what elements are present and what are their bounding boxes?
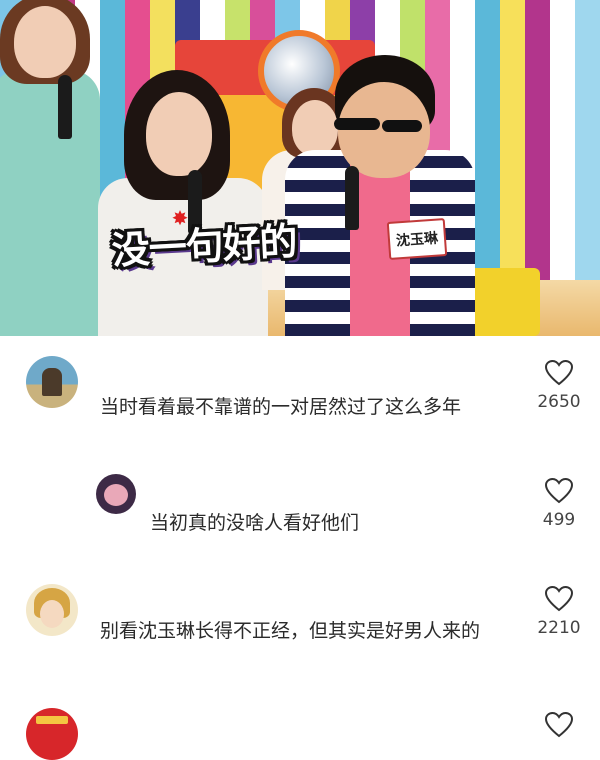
user-avatar[interactable]: [26, 356, 78, 408]
video-caption: 没一句好的: [110, 218, 298, 273]
user-avatar[interactable]: [26, 708, 78, 760]
comment-text: 当时看着最不靠谱的一对居然过了这么多年: [100, 396, 462, 418]
like-count: 2210: [537, 618, 581, 638]
comment-item: [0, 694, 600, 760]
comment-text: 别看沈玉琳长得不正经，但其实是好男人来的: [100, 620, 481, 642]
user-avatar[interactable]: [96, 474, 136, 514]
like-count: 2650: [537, 392, 581, 412]
heart-icon: [545, 586, 573, 612]
like-count: 499: [542, 510, 576, 530]
like-button[interactable]: 2210: [534, 586, 584, 638]
like-button[interactable]: 2650: [534, 360, 584, 412]
name-tag: 沈玉琳: [386, 218, 448, 260]
heart-icon: [545, 712, 573, 738]
like-button[interactable]: 499: [534, 478, 584, 530]
like-button[interactable]: [534, 712, 584, 738]
comment-item: 当时看着最不靠谱的一对居然过了这么多年 2650: [0, 336, 600, 464]
heart-icon: [545, 478, 573, 504]
video-frame[interactable]: 沈玉琳 ✸ 没一句好的: [0, 0, 600, 336]
user-avatar[interactable]: [26, 584, 78, 636]
comment-text: 当初真的没啥人看好他们: [150, 512, 360, 534]
comment-item: 别看沈玉琳长得不正经，但其实是好男人来的 2210: [0, 574, 600, 694]
comment-item-reply: 当初真的没啥人看好他们 499: [0, 464, 600, 574]
heart-icon: [545, 360, 573, 386]
